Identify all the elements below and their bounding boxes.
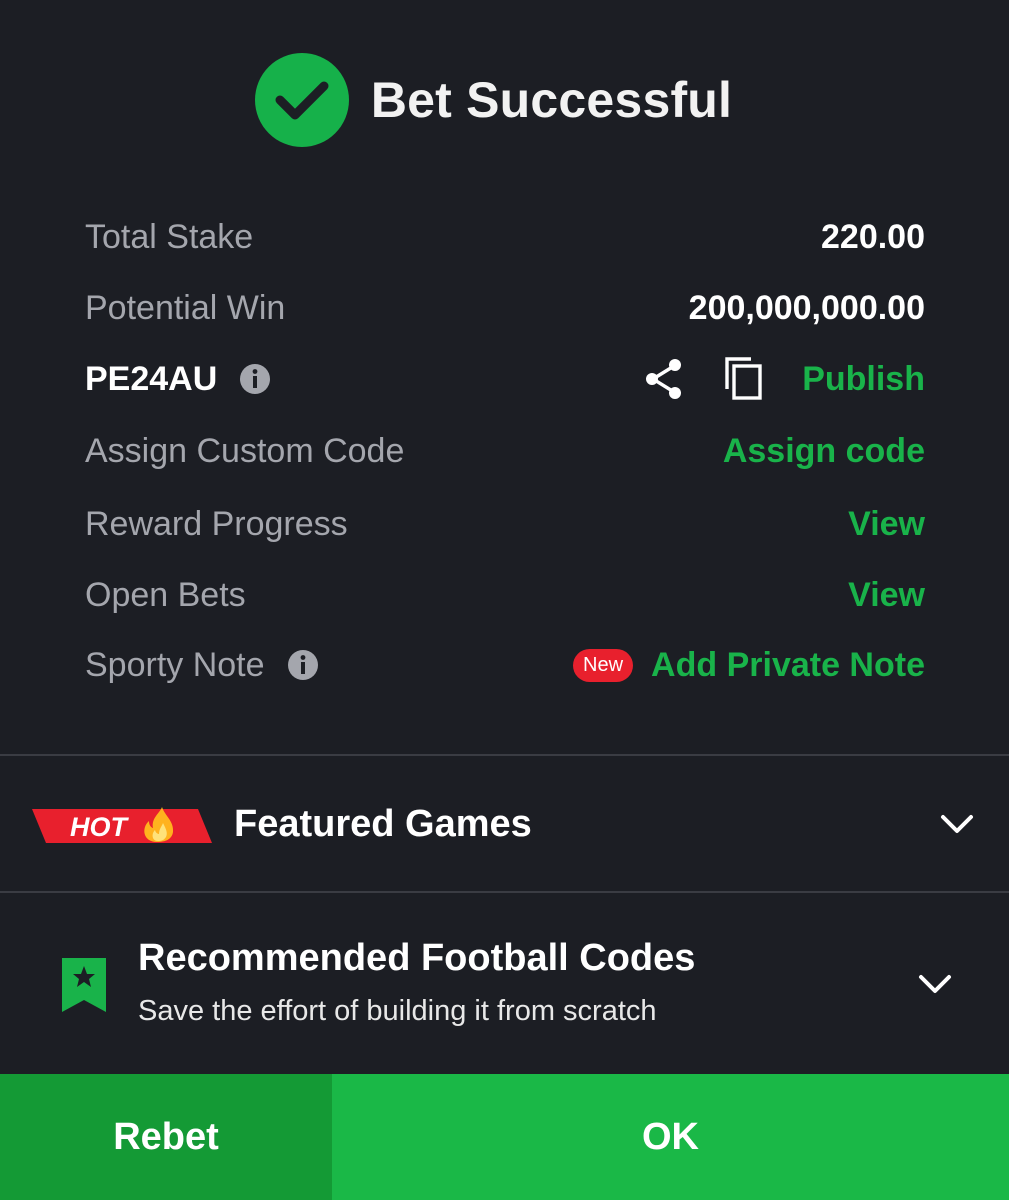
- recommended-codes-section[interactable]: Recommended Football Codes Save the effo…: [0, 893, 1009, 1073]
- divider: [0, 754, 1009, 756]
- chevron-down-icon[interactable]: [940, 813, 974, 835]
- custom-code-row: Assign Custom Code Assign code: [85, 421, 925, 481]
- chevron-down-icon[interactable]: [918, 973, 952, 995]
- share-icon[interactable]: [642, 354, 686, 404]
- open-bets-view-link[interactable]: View: [848, 576, 925, 615]
- booking-code-group: PE24AU: [85, 360, 271, 399]
- total-stake-value: 220.00: [821, 217, 925, 256]
- ok-button[interactable]: OK: [332, 1074, 1009, 1200]
- reward-progress-row: Reward Progress View: [85, 494, 925, 554]
- booking-code: PE24AU: [85, 359, 218, 398]
- sporty-note-group: Sporty Note: [85, 646, 319, 685]
- total-stake-row: Total Stake 220.00: [85, 207, 925, 267]
- header: Bet Successful: [0, 52, 1009, 148]
- info-icon[interactable]: [287, 649, 319, 681]
- page-title: Bet Successful: [370, 72, 733, 128]
- check-circle-icon: [254, 53, 349, 147]
- recommended-title: Recommended Football Codes: [138, 937, 696, 979]
- potential-win-value: 200,000,000.00: [688, 288, 925, 327]
- potential-win-row: Potential Win 200,000,000.00: [85, 278, 925, 338]
- sporty-note-row: Sporty Note New Add Private Note: [85, 635, 925, 695]
- publish-link[interactable]: Publish: [802, 360, 925, 399]
- recommended-subtitle: Save the effort of building it from scra…: [138, 995, 657, 1027]
- featured-games-title: Featured Games: [234, 802, 532, 845]
- new-badge: New: [573, 648, 634, 682]
- bet-success-screen: Bet Successful Total Stake 220.00 Potent…: [0, 0, 1009, 1200]
- hot-badge: HOT: [32, 807, 212, 843]
- open-bets-label: Open Bets: [85, 575, 246, 614]
- custom-code-label: Assign Custom Code: [85, 431, 405, 470]
- potential-win-label: Potential Win: [85, 288, 286, 327]
- bookmark-star-icon: [62, 958, 106, 1012]
- reward-progress-label: Reward Progress: [85, 504, 348, 543]
- copy-icon[interactable]: [722, 354, 766, 404]
- sporty-note-actions: New Add Private Note: [573, 646, 925, 685]
- featured-games-section[interactable]: HOT Featured Games: [0, 757, 1009, 891]
- booking-code-row: PE24AU Publish: [85, 349, 925, 409]
- booking-code-actions: Publish: [642, 354, 925, 404]
- add-private-note-link[interactable]: Add Private Note: [651, 646, 925, 685]
- open-bets-row: Open Bets View: [85, 565, 925, 625]
- hot-badge-text: HOT: [70, 812, 130, 842]
- total-stake-label: Total Stake: [85, 217, 254, 256]
- reward-progress-view-link[interactable]: View: [848, 505, 925, 544]
- assign-code-link[interactable]: Assign code: [723, 432, 925, 471]
- info-icon[interactable]: [239, 363, 271, 395]
- rebet-button[interactable]: Rebet: [0, 1074, 332, 1200]
- sporty-note-label: Sporty Note: [85, 645, 265, 684]
